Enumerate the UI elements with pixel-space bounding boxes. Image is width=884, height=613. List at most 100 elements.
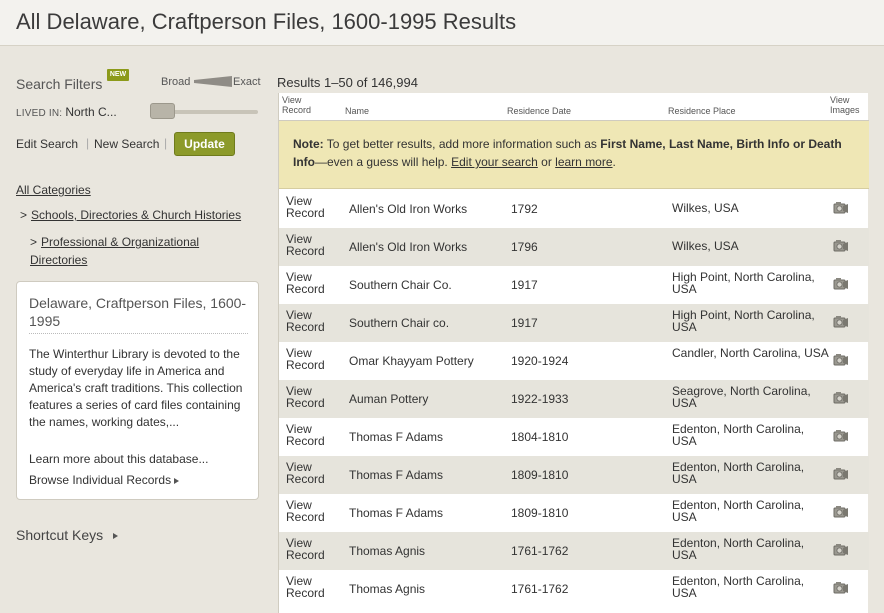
search-sidebar: Search Filters NEW Broad Exact LIVED IN:… (0, 47, 270, 613)
view-record-line: Record (286, 586, 325, 600)
view-record-link[interactable]: View Record (286, 499, 325, 523)
view-record-link[interactable]: View Record (286, 423, 325, 447)
table-row: View Record Thomas Agnis 1761-1762 Edenton, … (279, 570, 869, 608)
breadcrumb-arrow: > (20, 208, 28, 222)
record-residence-date: 1917 (511, 316, 538, 330)
exact-label: Exact (233, 76, 261, 88)
broad-exact-wedge-icon (194, 76, 232, 87)
view-record-link[interactable]: View Record (286, 385, 325, 409)
record-residence-place: Edenton, North Carolina, USA (672, 460, 805, 486)
camera-icon[interactable] (833, 581, 849, 595)
view-record-link[interactable]: View Record (286, 195, 325, 219)
note-text-3: or (541, 155, 552, 169)
record-residence-date: 1809-1810 (511, 468, 569, 482)
record-residence-date: 1922-1933 (511, 392, 569, 406)
view-record-link[interactable]: View Record (286, 461, 325, 485)
record-residence-date: 1761-1762 (511, 544, 569, 558)
category-schools-directories-link[interactable]: > Schools, Directories & Church Histories (20, 208, 241, 222)
camera-icon[interactable] (833, 353, 849, 367)
record-residence-date: 1792 (511, 202, 538, 216)
camera-icon[interactable] (833, 201, 849, 215)
record-residence-place: Seagrove, North Carolina, USA (672, 384, 811, 410)
table-row: View Record Southern Chair Co. 1917 High Poi… (279, 266, 869, 304)
broad-label: Broad (161, 76, 191, 88)
record-residence-date: 1809-1810 (511, 506, 569, 520)
search-note: Note: To get better results, add more in… (279, 121, 869, 189)
shortcut-keys-toggle[interactable]: Shortcut Keys (16, 527, 119, 543)
edit-your-search-link[interactable]: Edit your search (451, 155, 538, 169)
new-search-link[interactable]: New Search (94, 137, 159, 151)
view-record-line: Record (286, 472, 325, 486)
category-professional-directories-link[interactable]: > Professional & Organizational Directori… (30, 233, 220, 269)
view-record-line: Record (286, 320, 325, 334)
record-residence-place: High Point, North Carolina, USA (672, 270, 815, 296)
record-residence-place: High Point, North Carolina, USA (672, 308, 815, 334)
record-residence-date: 1804-1810 (511, 430, 569, 444)
record-residence-place: Edenton, North Carolina, USA (672, 536, 805, 562)
view-record-line: Record (286, 396, 325, 410)
record-name: Auman Pottery (349, 392, 429, 406)
camera-icon[interactable] (833, 429, 849, 443)
record-name: Thomas F Adams (349, 468, 444, 482)
view-record-link[interactable]: View Record (286, 233, 325, 257)
view-record-link[interactable]: View Record (286, 271, 325, 295)
record-residence-date: 1917 (511, 278, 538, 292)
record-residence-place: Candler, North Carolina, USA (672, 346, 829, 360)
search-filters-title: Search Filters (16, 76, 103, 92)
camera-icon[interactable] (833, 315, 849, 329)
header-residence-place[interactable]: Residence Place (668, 106, 736, 116)
separator: | (164, 136, 168, 150)
all-categories-link[interactable]: All Categories (16, 183, 91, 197)
divider (29, 333, 248, 334)
record-residence-place: Wilkes, USA (672, 201, 739, 215)
camera-icon[interactable] (833, 239, 849, 253)
table-row: View Record Southern Chair co. 1917 High Poi… (279, 304, 869, 342)
record-residence-place: Edenton, North Carolina, USA (672, 498, 805, 524)
browse-records-link[interactable]: Browse Individual Records (29, 473, 180, 487)
record-residence-place: Edenton, North Carolina, USA (672, 574, 805, 600)
results-table: View Record Name Residence Date Residenc… (278, 93, 869, 613)
camera-icon[interactable] (833, 505, 849, 519)
view-record-link[interactable]: View Record (286, 537, 325, 561)
update-button[interactable]: Update (174, 132, 235, 156)
results-rows: View Record Allen's Old Iron Works 1792 Wilk… (279, 190, 869, 608)
page-header: All Delaware, Craftperson Files, 1600-19… (0, 0, 884, 46)
note-text-1: To get better results, add more informat… (326, 137, 597, 151)
collection-title: Delaware, Craftperson Files, 1600-1995 (29, 295, 247, 329)
record-name: Thomas Agnis (349, 544, 426, 558)
record-residence-date: 1796 (511, 240, 538, 254)
table-row: View Record Allen's Old Iron Works 1792 Wilk… (279, 190, 869, 228)
table-row: View Record Thomas F Adams 1809-1810 Edenton… (279, 456, 869, 494)
view-record-link[interactable]: View Record (286, 347, 325, 371)
view-record-link[interactable]: View Record (286, 309, 325, 333)
collection-info-box: Delaware, Craftperson Files, 1600-1995 T… (16, 281, 259, 500)
header-line: View (282, 95, 302, 105)
header-name[interactable]: Name (345, 106, 369, 116)
view-record-link[interactable]: View Record (286, 575, 325, 599)
camera-icon[interactable] (833, 543, 849, 557)
camera-icon[interactable] (833, 391, 849, 405)
learn-more-note-link[interactable]: learn more (555, 155, 612, 169)
note-label: Note: (293, 137, 324, 151)
table-row: View Record Auman Pottery 1922-1933 Seagrove… (279, 380, 869, 418)
camera-icon[interactable] (833, 277, 849, 291)
browse-records-label: Browse Individual Records (29, 473, 172, 487)
table-row: View Record Thomas F Adams 1809-1810 Edenton… (279, 494, 869, 532)
table-row: View Record Thomas F Adams 1804-1810 Edenton… (279, 418, 869, 456)
camera-icon[interactable] (833, 467, 849, 481)
lived-in-value: North C... (65, 105, 117, 119)
header-line: Record (282, 105, 312, 115)
record-name: Allen's Old Iron Works (349, 202, 468, 216)
precision-slider-handle[interactable] (150, 103, 175, 119)
header-view-images: View Images (830, 95, 860, 115)
header-residence-date[interactable]: Residence Date (507, 106, 571, 116)
view-record-line: Record (286, 434, 325, 448)
learn-more-link[interactable]: Learn more about this database... (29, 452, 208, 466)
edit-search-link[interactable]: Edit Search (16, 137, 78, 151)
header-line: Images (830, 105, 860, 115)
separator: | (86, 136, 90, 150)
header-line: View (830, 95, 850, 105)
record-name: Southern Chair co. (349, 316, 450, 330)
record-name: Southern Chair Co. (349, 278, 452, 292)
header-view-record: View Record (282, 95, 311, 115)
